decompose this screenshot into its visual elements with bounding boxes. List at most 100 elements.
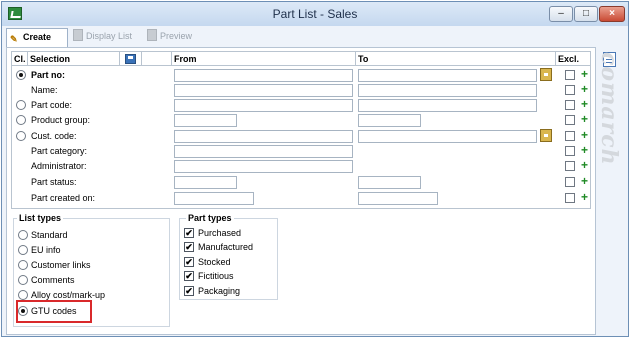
- maximize-button[interactable]: □: [574, 6, 598, 22]
- selection-grid: Cl. Selection From To Excl. Part no: + N…: [11, 51, 591, 209]
- cust-code-label: Cust. code:: [31, 131, 77, 141]
- part-created-on-label: Part created on:: [31, 193, 96, 203]
- part-category-input[interactable]: [174, 145, 353, 158]
- part-status-add-icon[interactable]: +: [581, 175, 588, 188]
- part-created-excl-checkbox[interactable]: [565, 193, 575, 203]
- part-code-radio[interactable]: [16, 100, 26, 110]
- display-list-label: Display List: [86, 31, 133, 41]
- part-no-from-input[interactable]: [174, 69, 353, 82]
- part-code-label: Part code:: [31, 100, 73, 110]
- col-from: From: [172, 52, 356, 66]
- part-status-label: Part status:: [31, 177, 77, 187]
- manufactured-label: Manufactured: [198, 242, 254, 252]
- product-group-excl-checkbox[interactable]: [565, 115, 575, 125]
- part-category-add-icon[interactable]: +: [581, 144, 588, 157]
- part-no-to-input[interactable]: [358, 69, 537, 82]
- row-part-created-on: Part created on: +: [12, 191, 590, 206]
- preview-button[interactable]: Preview: [144, 28, 200, 47]
- manufactured-checkbox[interactable]: ✔: [184, 242, 194, 252]
- product-group-radio[interactable]: [16, 115, 26, 125]
- tab-create-label: Create: [23, 32, 52, 42]
- col-cl: Cl.: [12, 52, 28, 66]
- product-group-to-input[interactable]: [358, 114, 421, 127]
- part-no-radio[interactable]: [16, 70, 26, 80]
- minimize-button[interactable]: ‒: [549, 6, 573, 22]
- name-to-input[interactable]: [358, 84, 537, 97]
- row-product-group: Product group: +: [12, 113, 590, 128]
- part-list-window: Part List - Sales ‒ □ × ✎ Create Display …: [1, 1, 629, 337]
- administrator-label: Administrator:: [31, 161, 87, 171]
- part-category-excl-checkbox[interactable]: [565, 146, 575, 156]
- cust-code-to-input[interactable]: [358, 130, 537, 143]
- name-label: Name:: [31, 85, 58, 95]
- alloy-cost-label: Alloy cost/mark-up: [31, 290, 106, 300]
- alloy-cost-radio[interactable]: [18, 290, 28, 300]
- customer-links-radio[interactable]: [18, 260, 28, 270]
- row-part-status: Part status: +: [12, 175, 590, 190]
- packaging-checkbox[interactable]: ✔: [184, 286, 194, 296]
- title-bar: Part List - Sales ‒ □ ×: [2, 2, 628, 26]
- part-created-to-input[interactable]: [358, 192, 438, 205]
- cust-code-add-icon[interactable]: +: [581, 129, 588, 142]
- part-created-add-icon[interactable]: +: [581, 191, 588, 204]
- col-excl: Excl.: [556, 52, 590, 66]
- part-code-to-input[interactable]: [358, 99, 537, 112]
- part-types-title: Part types: [186, 213, 234, 223]
- eu-info-radio[interactable]: [18, 245, 28, 255]
- part-code-excl-checkbox[interactable]: [565, 100, 575, 110]
- administrator-excl-checkbox[interactable]: [565, 161, 575, 171]
- window-title: Part List - Sales: [272, 7, 358, 21]
- stocked-label: Stocked: [198, 257, 231, 267]
- cust-code-radio[interactable]: [16, 131, 26, 141]
- part-no-label: Part no:: [31, 70, 66, 80]
- customer-links-label: Customer links: [31, 260, 91, 270]
- gtu-codes-highlight: [16, 300, 92, 323]
- eu-info-label: EU info: [31, 245, 61, 255]
- preview-label: Preview: [160, 31, 193, 41]
- product-group-add-icon[interactable]: +: [581, 113, 588, 126]
- comments-radio[interactable]: [18, 275, 28, 285]
- fictitious-label: Fictitious: [198, 271, 234, 281]
- part-code-add-icon[interactable]: +: [581, 98, 588, 111]
- part-status-excl-checkbox[interactable]: [565, 177, 575, 187]
- row-part-no: Part no: +: [12, 68, 590, 83]
- cust-code-from-input[interactable]: [174, 130, 353, 143]
- part-status-from-input[interactable]: [174, 176, 237, 189]
- row-name: Name: +: [12, 83, 590, 98]
- standard-radio[interactable]: [18, 230, 28, 240]
- criteria-panel: Cl. Selection From To Excl. Part no: + N…: [6, 47, 596, 335]
- stocked-checkbox[interactable]: ✔: [184, 257, 194, 267]
- comments-label: Comments: [31, 275, 75, 285]
- row-administrator: Administrator: +: [12, 159, 590, 174]
- col-save: [120, 52, 142, 66]
- part-no-picker-icon[interactable]: [540, 68, 552, 81]
- part-created-from-input[interactable]: [174, 192, 254, 205]
- administrator-add-icon[interactable]: +: [581, 159, 588, 172]
- packaging-label: Packaging: [198, 286, 241, 296]
- part-category-label: Part category:: [31, 146, 88, 156]
- preview-icon: [147, 29, 157, 41]
- name-excl-checkbox[interactable]: [565, 85, 575, 95]
- col-blank: [142, 52, 172, 66]
- part-types-group: Part types ✔ Purchased ✔ Manufactured ✔ Sto…: [179, 213, 278, 300]
- administrator-input[interactable]: [174, 160, 353, 173]
- name-add-icon[interactable]: +: [581, 83, 588, 96]
- display-list-button[interactable]: Display List: [70, 28, 140, 47]
- comarch-watermark: comarch: [596, 52, 622, 166]
- part-status-to-input[interactable]: [358, 176, 421, 189]
- part-code-from-input[interactable]: [174, 99, 353, 112]
- cust-code-excl-checkbox[interactable]: [565, 131, 575, 141]
- product-group-from-input[interactable]: [174, 114, 237, 127]
- part-no-add-icon[interactable]: +: [581, 68, 588, 81]
- row-part-category: Part category: +: [12, 144, 590, 159]
- name-from-input[interactable]: [174, 84, 353, 97]
- part-no-excl-checkbox[interactable]: [565, 70, 575, 80]
- tab-create[interactable]: ✎ Create: [6, 28, 68, 47]
- purchased-checkbox[interactable]: ✔: [184, 228, 194, 238]
- fictitious-checkbox[interactable]: ✔: [184, 271, 194, 281]
- close-button[interactable]: ×: [599, 6, 625, 22]
- cust-code-picker-icon[interactable]: [540, 129, 552, 142]
- list-icon: [73, 29, 83, 41]
- save-icon[interactable]: [125, 54, 136, 64]
- product-group-label: Product group:: [31, 115, 91, 125]
